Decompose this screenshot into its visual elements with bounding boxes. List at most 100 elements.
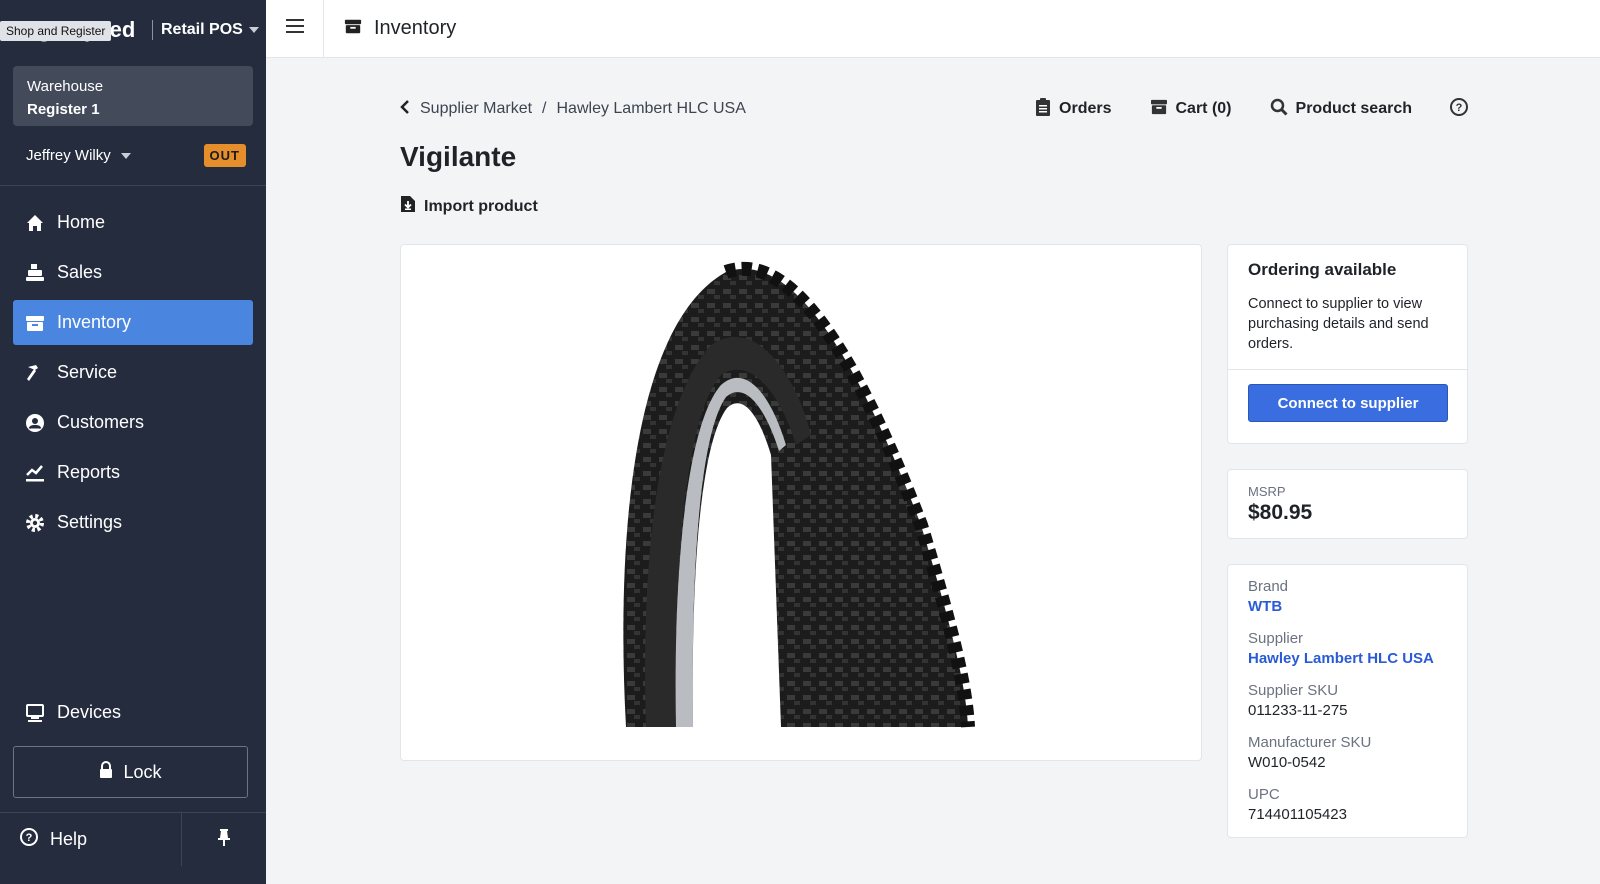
breadcrumb: Supplier Market / Hawley Lambert HLC USA	[400, 99, 746, 119]
ordering-card: Ordering available Connect to supplier t…	[1227, 244, 1468, 444]
question-circle-icon: ?	[1450, 97, 1468, 121]
msrp-card: MSRP $80.95	[1227, 469, 1468, 539]
help-question-button[interactable]: ?	[1450, 97, 1468, 121]
search-icon	[1270, 98, 1288, 121]
nav-item-label: Sales	[57, 262, 103, 282]
orders-button[interactable]: Orders	[1035, 97, 1112, 121]
register-location: Warehouse	[27, 78, 104, 95]
detail-supplier: Supplier Hawley Lambert HLC USA	[1248, 629, 1447, 669]
register-icon	[25, 263, 45, 283]
help-row: ? Help	[0, 812, 266, 866]
nav-item-inventory[interactable]: Inventory	[13, 300, 253, 345]
pin-icon	[217, 828, 231, 851]
detail-supplier-sku: Supplier SKU 011233-11-275	[1248, 681, 1447, 721]
nav-item-label: Settings	[57, 512, 123, 532]
gear-icon	[25, 513, 45, 533]
product-switcher-label: Retail POS	[161, 21, 243, 38]
nav-item-home[interactable]: Home	[13, 200, 253, 245]
orders-label: Orders	[1059, 100, 1112, 117]
detail-label: Brand	[1248, 578, 1289, 595]
chart-icon	[25, 463, 45, 483]
brand-separator	[152, 20, 153, 40]
msrp-label: MSRP	[1248, 484, 1286, 499]
connect-to-supplier-button[interactable]: Connect to supplier	[1248, 384, 1448, 422]
menu-toggle-button[interactable]	[266, 0, 324, 58]
computer-icon	[25, 703, 45, 723]
inventory-box-icon	[344, 17, 362, 41]
clipboard-icon	[1035, 97, 1051, 121]
nav-item-label: Service	[57, 362, 118, 382]
brand-link[interactable]: WTB	[1248, 597, 1447, 617]
detail-manufacturer-sku: Manufacturer SKU W010-0542	[1248, 733, 1447, 773]
help-button[interactable]: ? Help	[0, 813, 182, 866]
nav-item-label: Inventory	[57, 312, 132, 332]
hamburger-icon	[285, 19, 304, 38]
user-menu[interactable]: Jeffrey Wilky	[26, 147, 131, 164]
product-search-button[interactable]: Product search	[1270, 98, 1412, 121]
detail-label: Supplier	[1248, 630, 1304, 647]
nav-item-label: Devices	[57, 702, 122, 722]
detail-value: 714401105423	[1248, 806, 1347, 823]
page-title: Vigilante	[400, 141, 517, 172]
import-product-label: Import product	[424, 197, 538, 215]
register-selector[interactable]: Warehouse Register 1	[13, 66, 253, 126]
detail-upc: UPC 714401105423	[1248, 785, 1447, 825]
chevron-down-icon	[248, 27, 259, 33]
product-image-card	[400, 244, 1202, 761]
detail-value: W010-0542	[1248, 754, 1326, 771]
msrp-value: $80.95	[1248, 501, 1313, 524]
pin-sidebar-button[interactable]	[182, 813, 266, 866]
user-row: Jeffrey Wilky OUT	[0, 126, 266, 186]
lock-label: Lock	[123, 761, 162, 782]
nav-item-customers[interactable]: Customers	[13, 400, 253, 445]
right-column: Ordering available Connect to supplier t…	[1227, 244, 1468, 838]
register-name: Register 1	[27, 101, 100, 118]
breadcrumb-separator: /	[542, 100, 547, 117]
product-details-card: Brand WTB Supplier Hawley Lambert HLC US…	[1227, 564, 1468, 838]
help-label: Help	[50, 829, 88, 849]
cart-box-icon	[1150, 99, 1168, 120]
divider	[1228, 369, 1467, 370]
brand-bar: Lightspeed Retail POS Shop and Register	[0, 0, 266, 60]
import-file-icon	[400, 195, 416, 218]
ordering-body: Connect to supplier to view purchasing d…	[1248, 296, 1429, 352]
lock-button[interactable]: Lock	[13, 746, 248, 798]
lock-icon	[99, 760, 113, 784]
supplier-link[interactable]: Hawley Lambert HLC USA	[1248, 649, 1447, 669]
svg-text:?: ?	[1456, 102, 1463, 114]
page-header-row: Supplier Market / Hawley Lambert HLC USA…	[400, 97, 1468, 121]
nav-item-service[interactable]: Service	[13, 350, 253, 395]
nav-item-label: Home	[57, 212, 106, 232]
question-circle-icon: ?	[20, 828, 38, 851]
home-icon	[25, 213, 45, 233]
nav-item-label: Reports	[57, 462, 121, 482]
product-image	[623, 262, 975, 728]
clock-status-badge[interactable]: OUT	[203, 144, 246, 167]
inventory-box-icon	[25, 313, 45, 333]
chevron-down-icon	[120, 152, 131, 159]
topbar-title: Inventory	[324, 17, 456, 41]
nav-item-reports[interactable]: Reports	[13, 450, 253, 495]
nav-item-label: Customers	[57, 412, 145, 432]
detail-brand: Brand WTB	[1248, 577, 1447, 617]
breadcrumb-current: Hawley Lambert HLC USA	[556, 100, 746, 117]
nav-item-devices[interactable]: Devices	[13, 690, 253, 735]
detail-label: UPC	[1248, 786, 1280, 803]
sidebar: Lightspeed Retail POS Shop and Register …	[0, 0, 266, 884]
cart-button[interactable]: Cart (0)	[1150, 99, 1232, 120]
devices-section: Devices	[0, 690, 266, 740]
ordering-title: Ordering available	[1248, 260, 1397, 279]
detail-value: 011233-11-275	[1248, 702, 1348, 719]
detail-label: Supplier SKU	[1248, 682, 1339, 699]
cart-label: Cart (0)	[1175, 100, 1232, 117]
nav-item-settings[interactable]: Settings	[13, 500, 253, 545]
topbar: Inventory	[266, 0, 1600, 58]
detail-label: Manufacturer SKU	[1248, 734, 1372, 751]
main-content: Supplier Market / Hawley Lambert HLC USA…	[400, 58, 1468, 218]
nav-item-sales[interactable]: Sales	[13, 250, 253, 295]
back-chevron-icon[interactable]	[400, 99, 410, 119]
breadcrumb-supplier-market[interactable]: Supplier Market	[420, 100, 532, 118]
import-product-button[interactable]: Import product	[400, 195, 538, 218]
product-search-label: Product search	[1295, 100, 1412, 117]
product-switcher[interactable]: Retail POS	[161, 21, 259, 39]
